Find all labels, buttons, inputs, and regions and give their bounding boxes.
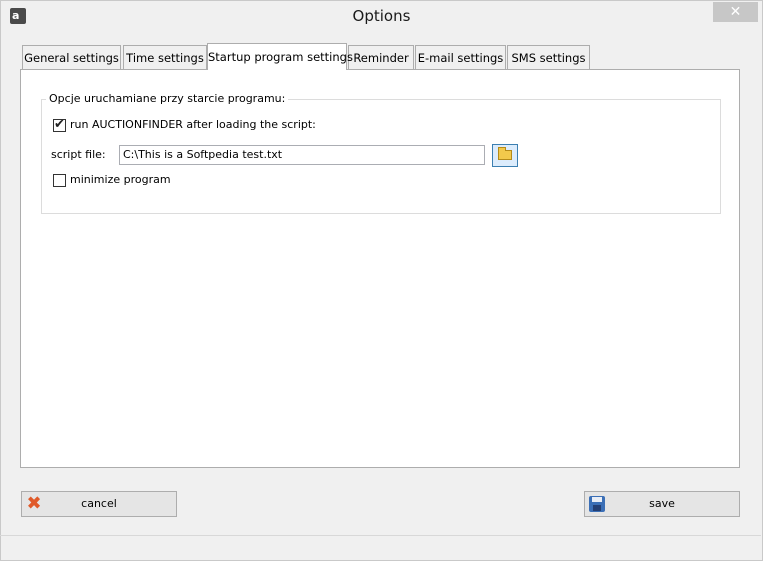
minimize-program-checkbox[interactable]: [53, 174, 66, 187]
window-title: Options: [352, 7, 411, 25]
tab-sms-settings[interactable]: SMS settings: [507, 45, 590, 69]
checkmark-icon: ✔: [54, 117, 65, 132]
save-label: save: [649, 497, 675, 510]
save-disk-icon: [589, 496, 605, 512]
script-file-input[interactable]: C:\This is a Softpedia test.txt: [119, 145, 485, 165]
tab-time-settings[interactable]: Time settings: [123, 45, 207, 69]
save-button[interactable]: save: [584, 491, 740, 517]
cancel-x-icon: ✖: [26, 493, 42, 514]
tab-reminder[interactable]: Reminder: [348, 45, 414, 69]
cancel-button[interactable]: ✖ cancel: [21, 491, 177, 517]
folder-icon: [498, 147, 512, 160]
group-title: Opcje uruchamiane przy starcie programu:: [46, 92, 289, 105]
bottom-divider: [0, 535, 761, 536]
script-file-label: script file:: [51, 148, 106, 161]
cancel-label: cancel: [81, 497, 117, 510]
tab-startup-program-settings[interactable]: Startup program settings: [207, 43, 353, 70]
tab-email-settings[interactable]: E-mail settings: [415, 45, 506, 69]
tab-general-settings[interactable]: General settings: [22, 45, 121, 69]
run-auctionfinder-label[interactable]: run AUCTIONFINDER after loading the scri…: [70, 118, 316, 131]
title-bar[interactable]: a Options ✕: [1, 1, 762, 32]
minimize-program-label[interactable]: minimize program: [70, 173, 171, 186]
run-auctionfinder-checkbox[interactable]: ✔: [53, 117, 66, 132]
close-button[interactable]: ✕: [713, 2, 758, 22]
browse-button[interactable]: [492, 144, 518, 167]
